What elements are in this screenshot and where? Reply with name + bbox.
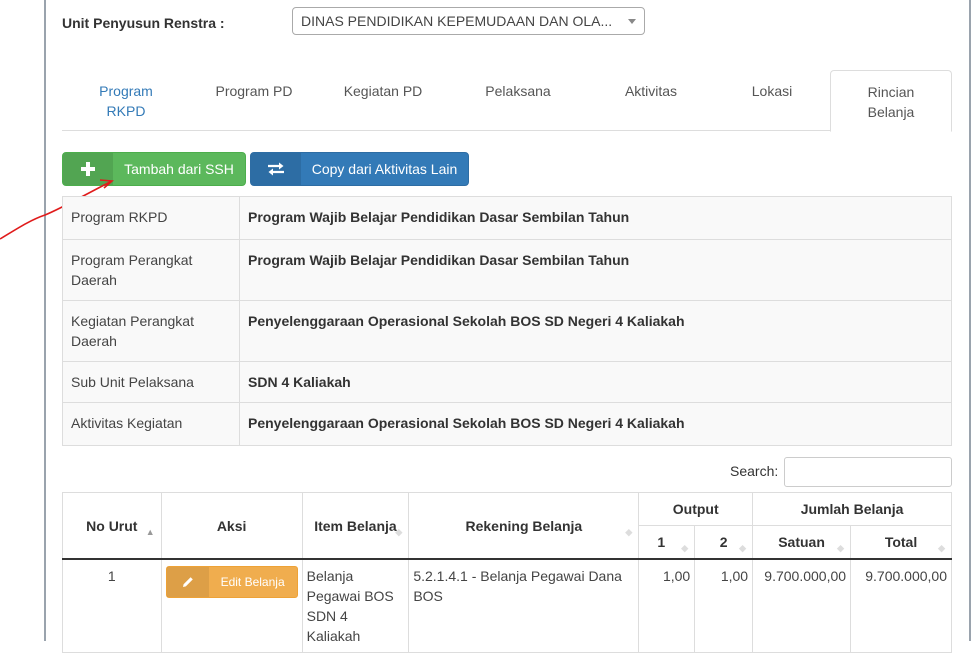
- sort-icon: ◆: [395, 526, 403, 537]
- sort-asc-icon: ▲: [145, 526, 155, 537]
- info-value: Penyelenggaraan Operasional Sekolah BOS …: [239, 300, 952, 362]
- info-key: Sub Unit Pelaksana: [62, 361, 240, 403]
- header-jumlah-belanja: Jumlah Belanja: [752, 492, 952, 526]
- sort-icon: ◆: [681, 543, 689, 553]
- tab-rincian-belanja[interactable]: Rincian Belanja: [830, 70, 952, 132]
- header-label: Jumlah Belanja: [800, 501, 904, 517]
- info-row: Kegiatan Perangkat Daerah Penyelenggaraa…: [62, 300, 952, 362]
- copy-from-activity-label: Copy dari Aktivitas Lain: [311, 161, 458, 177]
- header-output-2[interactable]: 2 ◆: [694, 525, 754, 560]
- header-label: 2: [719, 534, 728, 550]
- info-row: Program Perangkat Daerah Program Wajib B…: [62, 239, 952, 301]
- info-value: Penyelenggaraan Operasional Sekolah BOS …: [239, 402, 952, 446]
- info-key: Aktivitas Kegiatan: [62, 402, 240, 446]
- sort-icon: ◆: [837, 543, 845, 553]
- table-row: 1 Edit Belanja Belanja Pegawai BOS SDN 4…: [62, 558, 952, 653]
- header-no-urut[interactable]: No Urut ▲: [62, 492, 162, 560]
- tab-label: Program PD: [215, 83, 293, 99]
- pencil-icon: [166, 567, 209, 597]
- left-frame-border: [44, 0, 46, 641]
- unit-select-value: DINAS PENDIDIKAN KEPEMUDAAN DAN OLA...: [301, 13, 613, 29]
- header-aksi: Aksi: [160, 492, 303, 560]
- cell-total: 9.700.000,00: [850, 558, 952, 653]
- sort-icon: ◆: [739, 543, 747, 553]
- belanja-table: No Urut ▲ Aksi Item Belanja ◆ Rekening B…: [62, 492, 952, 653]
- tab-program-pd[interactable]: Program PD: [190, 70, 318, 131]
- header-label: Rekening Belanja: [465, 517, 583, 534]
- header-output: Output: [638, 492, 754, 526]
- copy-from-activity-button[interactable]: Copy dari Aktivitas Lain: [250, 152, 469, 186]
- cell-aksi: Edit Belanja: [160, 558, 303, 653]
- header-label: No Urut: [86, 517, 138, 534]
- tab-label: Belanja: [867, 104, 915, 120]
- tab-lokasi[interactable]: Lokasi: [714, 70, 830, 131]
- header-label: 1: [657, 534, 666, 550]
- header-output-1[interactable]: 1 ◆: [638, 525, 696, 560]
- cell-item: Belanja Pegawai BOS SDN 4 Kaliakah: [301, 558, 410, 653]
- add-from-ssh-button[interactable]: Tambah dari SSH: [62, 152, 246, 186]
- tab-pelaksana[interactable]: Pelaksana: [448, 70, 588, 131]
- header-total[interactable]: Total ◆: [850, 525, 952, 560]
- tab-label: Kegiatan PD: [343, 83, 423, 99]
- sort-icon: ◆: [938, 543, 945, 553]
- info-row: Sub Unit Pelaksana SDN 4 Kaliakah: [62, 361, 952, 403]
- tab-program-rkpd[interactable]: Program RKPD: [62, 70, 190, 132]
- cell-satuan: 9.700.000,00: [752, 558, 852, 653]
- tab-kegiatan-pd[interactable]: Kegiatan PD: [318, 70, 448, 131]
- info-key: Program RKPD: [62, 196, 240, 240]
- info-key: Kegiatan Perangkat Daerah: [62, 300, 240, 362]
- header-label: Item Belanja: [314, 517, 397, 534]
- chevron-down-icon: [628, 19, 636, 24]
- add-from-ssh-label: Tambah dari SSH: [124, 161, 234, 177]
- tab-label: Rincian: [867, 84, 915, 100]
- unit-select[interactable]: DINAS PENDIDIKAN KEPEMUDAAN DAN OLA...: [292, 7, 645, 35]
- tab-label: Program: [99, 83, 153, 99]
- tab-label: Aktivitas: [624, 83, 678, 99]
- info-value: Program Wajib Belajar Pendidikan Dasar S…: [239, 239, 952, 301]
- sort-icon: ◆: [625, 526, 633, 537]
- unit-label: Unit Penyusun Renstra :: [62, 15, 225, 31]
- tab-aktivitas[interactable]: Aktivitas: [588, 70, 714, 131]
- info-key: Program Perangkat Daerah: [62, 239, 240, 301]
- activity-info-table: Program RKPD Program Wajib Belajar Pendi…: [62, 196, 952, 446]
- header-rekening-belanja[interactable]: Rekening Belanja ◆: [408, 492, 640, 560]
- tab-label: RKPD: [106, 103, 146, 119]
- edit-belanja-button[interactable]: Edit Belanja: [165, 566, 298, 598]
- header-item-belanja[interactable]: Item Belanja ◆: [301, 492, 410, 560]
- header-label: Total: [884, 534, 918, 550]
- info-row: Program RKPD Program Wajib Belajar Pendi…: [62, 196, 952, 240]
- cell-no: 1: [62, 558, 162, 653]
- tab-label: Lokasi: [751, 83, 793, 99]
- info-value: Program Wajib Belajar Pendidikan Dasar S…: [239, 196, 952, 240]
- cell-output-1: 1,00: [638, 558, 696, 653]
- search-label: Search:: [730, 463, 779, 479]
- header-label: Aksi: [216, 517, 247, 534]
- header-label: Output: [672, 501, 719, 517]
- cell-output-2: 1,00: [694, 558, 754, 653]
- search-input[interactable]: [784, 457, 952, 487]
- header-satuan[interactable]: Satuan ◆: [752, 525, 852, 560]
- edit-belanja-label: Edit Belanja: [220, 575, 285, 589]
- swap-arrows-icon: [251, 153, 301, 185]
- tab-label: Pelaksana: [485, 83, 551, 99]
- cell-rekening: 5.2.1.4.1 - Belanja Pegawai Dana BOS: [408, 558, 640, 653]
- header-label: Satuan: [778, 534, 825, 550]
- tab-bar: Program RKPD Program PD Kegiatan PD Pela…: [62, 70, 952, 132]
- info-row: Aktivitas Kegiatan Penyelenggaraan Opera…: [62, 402, 952, 446]
- plus-icon: [63, 153, 113, 185]
- info-value: SDN 4 Kaliakah: [239, 361, 952, 403]
